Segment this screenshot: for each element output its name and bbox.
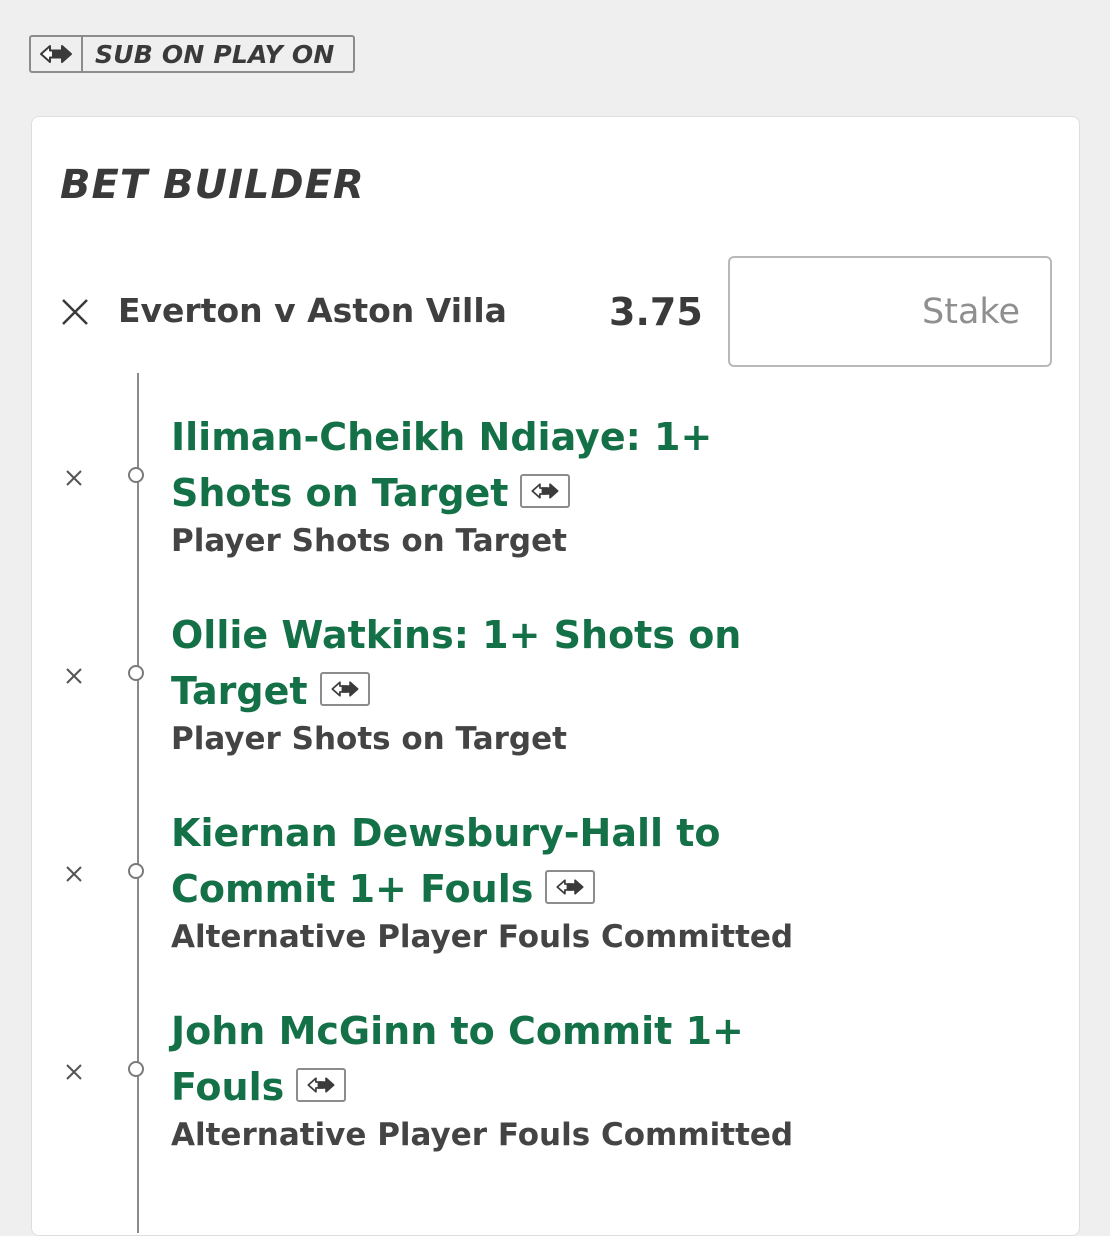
sub-on-play-on-icon <box>520 474 571 508</box>
timeline-node <box>128 1061 144 1077</box>
sub-on-play-on-icon <box>296 1068 347 1102</box>
sub-on-play-on-icon <box>545 870 596 904</box>
leg-market: Alternative Player Fouls Committed <box>171 919 794 955</box>
sub-on-play-on-label: SUB ON PLAY ON <box>95 39 335 69</box>
remove-leg-close-icon[interactable] <box>63 863 85 885</box>
sub-on-play-on-icon <box>319 672 370 706</box>
leg-selection-text: Ollie Watkins: 1+ Shots on Target <box>171 613 742 713</box>
leg-selection-text: Kiernan Dewsbury-Hall to Commit 1+ Fouls <box>171 811 721 911</box>
leg-market: Player Shots on Target <box>171 721 567 757</box>
bet-builder-card: BET BUILDER Everton v Aston Villa 3.75 I… <box>31 116 1080 1236</box>
leg-market: Player Shots on Target <box>171 523 567 559</box>
remove-leg-close-icon[interactable] <box>63 1061 85 1083</box>
leg-selection: Iliman-Cheikh Ndiaye: 1+ Shots on Target <box>171 409 771 521</box>
stake-input[interactable] <box>728 256 1052 367</box>
remove-leg-close-icon[interactable] <box>63 467 85 489</box>
remove-leg-close-icon[interactable] <box>63 665 85 687</box>
event-odds: 3.75 <box>609 290 703 334</box>
event-name: Everton v Aston Villa <box>118 291 507 330</box>
leg-selection-text: John McGinn to Commit 1+ Fouls <box>171 1009 744 1109</box>
timeline-node <box>128 863 144 879</box>
sub-on-play-on-icon <box>31 37 83 71</box>
leg-selection: Ollie Watkins: 1+ Shots on Target <box>171 607 771 719</box>
remove-event-close-icon[interactable] <box>60 297 90 327</box>
timeline-node <box>128 665 144 681</box>
leg-selection: John McGinn to Commit 1+ Fouls <box>171 1003 771 1115</box>
legs-timeline-line <box>137 373 139 1233</box>
timeline-node <box>128 467 144 483</box>
leg-selection: Kiernan Dewsbury-Hall to Commit 1+ Fouls <box>171 805 771 917</box>
leg-selection-text: Iliman-Cheikh Ndiaye: 1+ Shots on Target <box>171 415 713 515</box>
leg-market: Alternative Player Fouls Committed <box>171 1117 794 1153</box>
bet-builder-title: BET BUILDER <box>60 162 365 208</box>
sub-on-play-on-badge[interactable]: SUB ON PLAY ON <box>29 35 355 73</box>
